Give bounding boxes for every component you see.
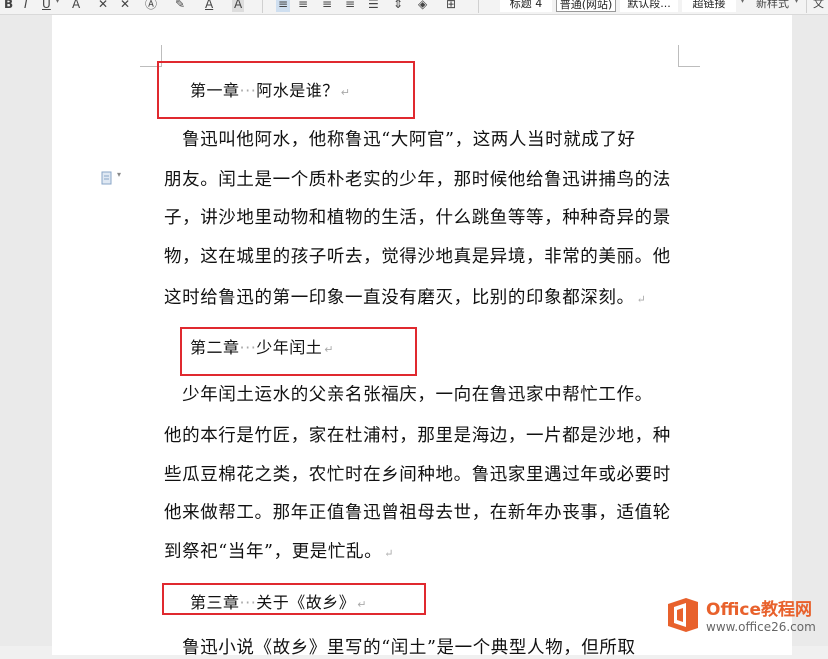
margin-corner-mark [678, 66, 700, 67]
styles-expand-icon[interactable]: ▾ [740, 0, 745, 6]
right-margin-area [792, 15, 828, 646]
chapter-heading[interactable]: 第二章···少年闰土 ↵ [190, 334, 334, 358]
style-normal-web[interactable]: 普通(网站) [556, 0, 616, 12]
paragraph-mark: ↵ [324, 343, 335, 356]
chapter-title: 阿水是谁？ [256, 81, 339, 100]
text-line[interactable]: 鲁迅小说《故乡》里写的“闰土”是一个典型人物，但所取 [164, 634, 636, 659]
text-line[interactable]: 鲁迅叫他阿水，他称鲁迅“大阿官”，这两人当时就成了好 [164, 126, 636, 151]
strikethrough-icon[interactable]: ✕ [98, 0, 108, 12]
toolbar-divider [478, 0, 479, 13]
chapter-title: 关于《故乡》 [256, 593, 356, 612]
space-marks: ··· [239, 338, 257, 357]
chapter-title: 少年闰土 [256, 338, 323, 357]
space-marks: ··· [239, 81, 257, 100]
text-line[interactable]: 物，这在城里的孩子听去，觉得沙地真是异境，非常的美丽。他 [164, 243, 671, 268]
text-tools-button[interactable]: 文 [813, 0, 824, 12]
text-line[interactable]: 他的本行是竹匠，家在杜浦村，那里是海边，一片都是沙地，种 [164, 422, 671, 447]
text-line-content: 这时给鲁迅的第一印象一直没有磨灭，比别的印象都深刻。 [164, 288, 635, 308]
chapter-number: 第三章 [190, 593, 240, 612]
font-effect-icon[interactable]: Ⓐ [145, 0, 157, 12]
margin-corner-mark [678, 45, 679, 67]
text-line[interactable]: 他来做帮工。那年正值鲁迅曾祖母去世，在新年办丧事，适值轮 [164, 499, 671, 524]
paragraph-mark: ↵ [384, 547, 395, 560]
watermark-title: Office教程网 [706, 600, 813, 620]
line-spacing-icon[interactable]: ⇕ [393, 0, 403, 12]
text-line[interactable]: 这时给鲁迅的第一印象一直没有磨灭，比别的印象都深刻。 ↵ [164, 284, 646, 309]
text-line-content: 到祭祀“当年”，更是忙乱。 [164, 542, 383, 562]
align-left-icon[interactable]: ≡ [276, 0, 291, 12]
toolbar-divider [806, 0, 807, 13]
paragraph-mark: ↵ [340, 86, 351, 99]
chapter-heading[interactable]: 第三章···关于《故乡》 ↵ [190, 589, 367, 613]
text-line[interactable]: 少年闰土运水的父亲名张福庆，一向在鲁迅家中帮忙工作。 [164, 381, 653, 406]
text-line[interactable]: 些瓜豆棉花之类，农忙时在乡间种地。鲁迅家里遇过年或必要时 [164, 461, 671, 486]
paste-options-icon[interactable] [101, 171, 113, 185]
text-line[interactable]: 朋友。闰土是一个质朴老实的少年，那时候他给鲁迅讲捕鸟的法 [164, 166, 671, 191]
text-line[interactable]: 到祭祀“当年”，更是忙乱。 ↵ [164, 538, 394, 563]
space-marks: ··· [239, 593, 257, 612]
character-shading-button[interactable]: A [232, 0, 245, 12]
underline-dropdown-icon[interactable]: ▾ [55, 0, 60, 6]
border-icon[interactable]: ⊞ [446, 0, 456, 12]
justify-icon[interactable]: ≡ [345, 0, 355, 12]
office26-watermark: Office教程网 www.office26.com [664, 592, 828, 646]
highlight-icon[interactable]: ✎ [175, 0, 185, 12]
style-heading4[interactable]: 标题 4 [500, 0, 552, 12]
text-effect-button[interactable]: A [72, 0, 80, 12]
text-line[interactable]: 子，讲沙地里动物和植物的生活，什么跳鱼等等，种种奇异的景 [164, 204, 671, 229]
chapter-number: 第一章 [190, 81, 240, 100]
superscript-icon[interactable]: ✕ [120, 0, 130, 12]
chapter-heading[interactable]: 第一章···阿水是谁？ ↵ [190, 77, 351, 101]
paragraph-mark: ↵ [636, 293, 647, 306]
distributed-icon[interactable]: ☰ [368, 0, 379, 12]
new-style-button[interactable]: 新样式 [756, 0, 789, 12]
align-center-icon[interactable]: ≡ [298, 0, 308, 12]
chapter-number: 第二章 [190, 338, 240, 357]
formatting-toolbar: B I U ▾ A ✕ ✕ Ⓐ ✎ A A ≡ ≡ ≡ ≡ ☰ ⇕ ◈ ⊞ 标题… [0, 0, 828, 15]
watermark-url: www.office26.com [706, 620, 816, 634]
bold-button[interactable]: B [4, 0, 13, 12]
style-hyperlink[interactable]: 超链接 [682, 0, 736, 12]
underline-button[interactable]: U [42, 0, 51, 12]
toolbar-divider [262, 0, 263, 13]
new-style-dropdown-icon[interactable]: ▾ [794, 0, 799, 6]
style-default-paragraph[interactable]: 默认段... [620, 0, 678, 12]
office-logo-icon [668, 598, 698, 632]
paragraph-mark: ↵ [357, 598, 368, 611]
font-color-button[interactable]: A [205, 0, 213, 12]
paste-options-dropdown-icon[interactable]: ▾ [117, 170, 121, 179]
italic-button[interactable]: I [24, 0, 28, 12]
align-right-icon[interactable]: ≡ [322, 0, 332, 12]
shading-icon[interactable]: ◈ [418, 0, 427, 12]
